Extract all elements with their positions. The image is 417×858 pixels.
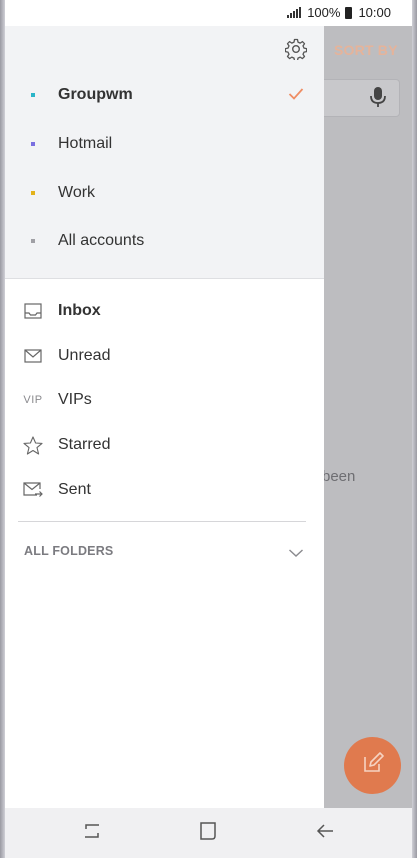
account-item-work[interactable]: Work (5, 171, 324, 215)
recent-apps-icon (82, 822, 102, 845)
account-color-dot (31, 142, 35, 146)
account-label: Hotmail (58, 135, 113, 152)
sent-icon (23, 480, 43, 500)
system-navigation-bar (0, 808, 417, 858)
folder-item-inbox[interactable]: Inbox (5, 291, 324, 331)
checkmark-icon (288, 87, 304, 106)
account-color-dot (31, 93, 35, 97)
compose-icon (361, 751, 385, 780)
accounts-section: Groupwm Hotmail Work All accounts (5, 26, 324, 279)
chevron-down-icon (288, 545, 304, 563)
home-button[interactable] (193, 820, 223, 846)
folder-label: Sent (58, 481, 91, 498)
folder-item-unread[interactable]: Unread (5, 336, 324, 376)
all-folders-label: ALL FOLDERS (24, 544, 114, 558)
empty-list-text: been (322, 468, 356, 485)
account-color-dot (31, 191, 35, 195)
gear-icon (284, 38, 308, 65)
account-item-all-accounts[interactable]: All accounts (5, 219, 324, 263)
folder-item-vips[interactable]: VIP VIPs (5, 380, 324, 420)
search-field[interactable] (320, 79, 400, 117)
star-icon (23, 435, 43, 455)
account-item-hotmail[interactable]: Hotmail (5, 122, 324, 166)
status-indicators: 100% 10:00 (287, 5, 391, 20)
divider (18, 521, 306, 522)
status-bar: 100% 10:00 (0, 0, 417, 26)
screen-edge-left (0, 0, 5, 858)
battery-percent: 100% (307, 5, 341, 20)
inbox-icon (23, 301, 43, 321)
battery-icon (345, 6, 353, 19)
clock: 10:00 (358, 5, 391, 20)
account-item-groupwm[interactable]: Groupwm (5, 73, 324, 117)
navigation-drawer: Groupwm Hotmail Work All accounts Inbox … (5, 26, 324, 808)
screen-edge-right (412, 0, 417, 858)
back-icon (315, 823, 335, 844)
folder-label: Inbox (58, 302, 101, 319)
account-color-dot (31, 239, 35, 243)
envelope-icon (23, 346, 43, 366)
signal-icon (287, 7, 302, 18)
home-icon (198, 821, 218, 846)
sort-by-button[interactable]: SORT BY (334, 42, 398, 58)
folder-item-starred[interactable]: Starred (5, 425, 324, 465)
compose-button[interactable] (344, 737, 401, 794)
microphone-icon[interactable] (369, 86, 387, 113)
folder-label: Starred (58, 436, 111, 453)
account-label: Groupwm (58, 86, 133, 103)
all-folders-toggle[interactable]: ALL FOLDERS (5, 537, 324, 567)
folder-label: VIPs (58, 391, 92, 408)
settings-button[interactable] (283, 38, 309, 64)
phone-screen: 100% 10:00 SORT BY been Groupwm Hotmail … (0, 0, 417, 858)
account-label: All accounts (58, 232, 145, 249)
vip-icon: VIP (23, 394, 43, 406)
account-label: Work (58, 184, 96, 201)
recent-apps-button[interactable] (77, 820, 107, 846)
folder-label: Unread (58, 347, 111, 364)
back-button[interactable] (310, 820, 340, 846)
folder-item-sent[interactable]: Sent (5, 470, 324, 510)
